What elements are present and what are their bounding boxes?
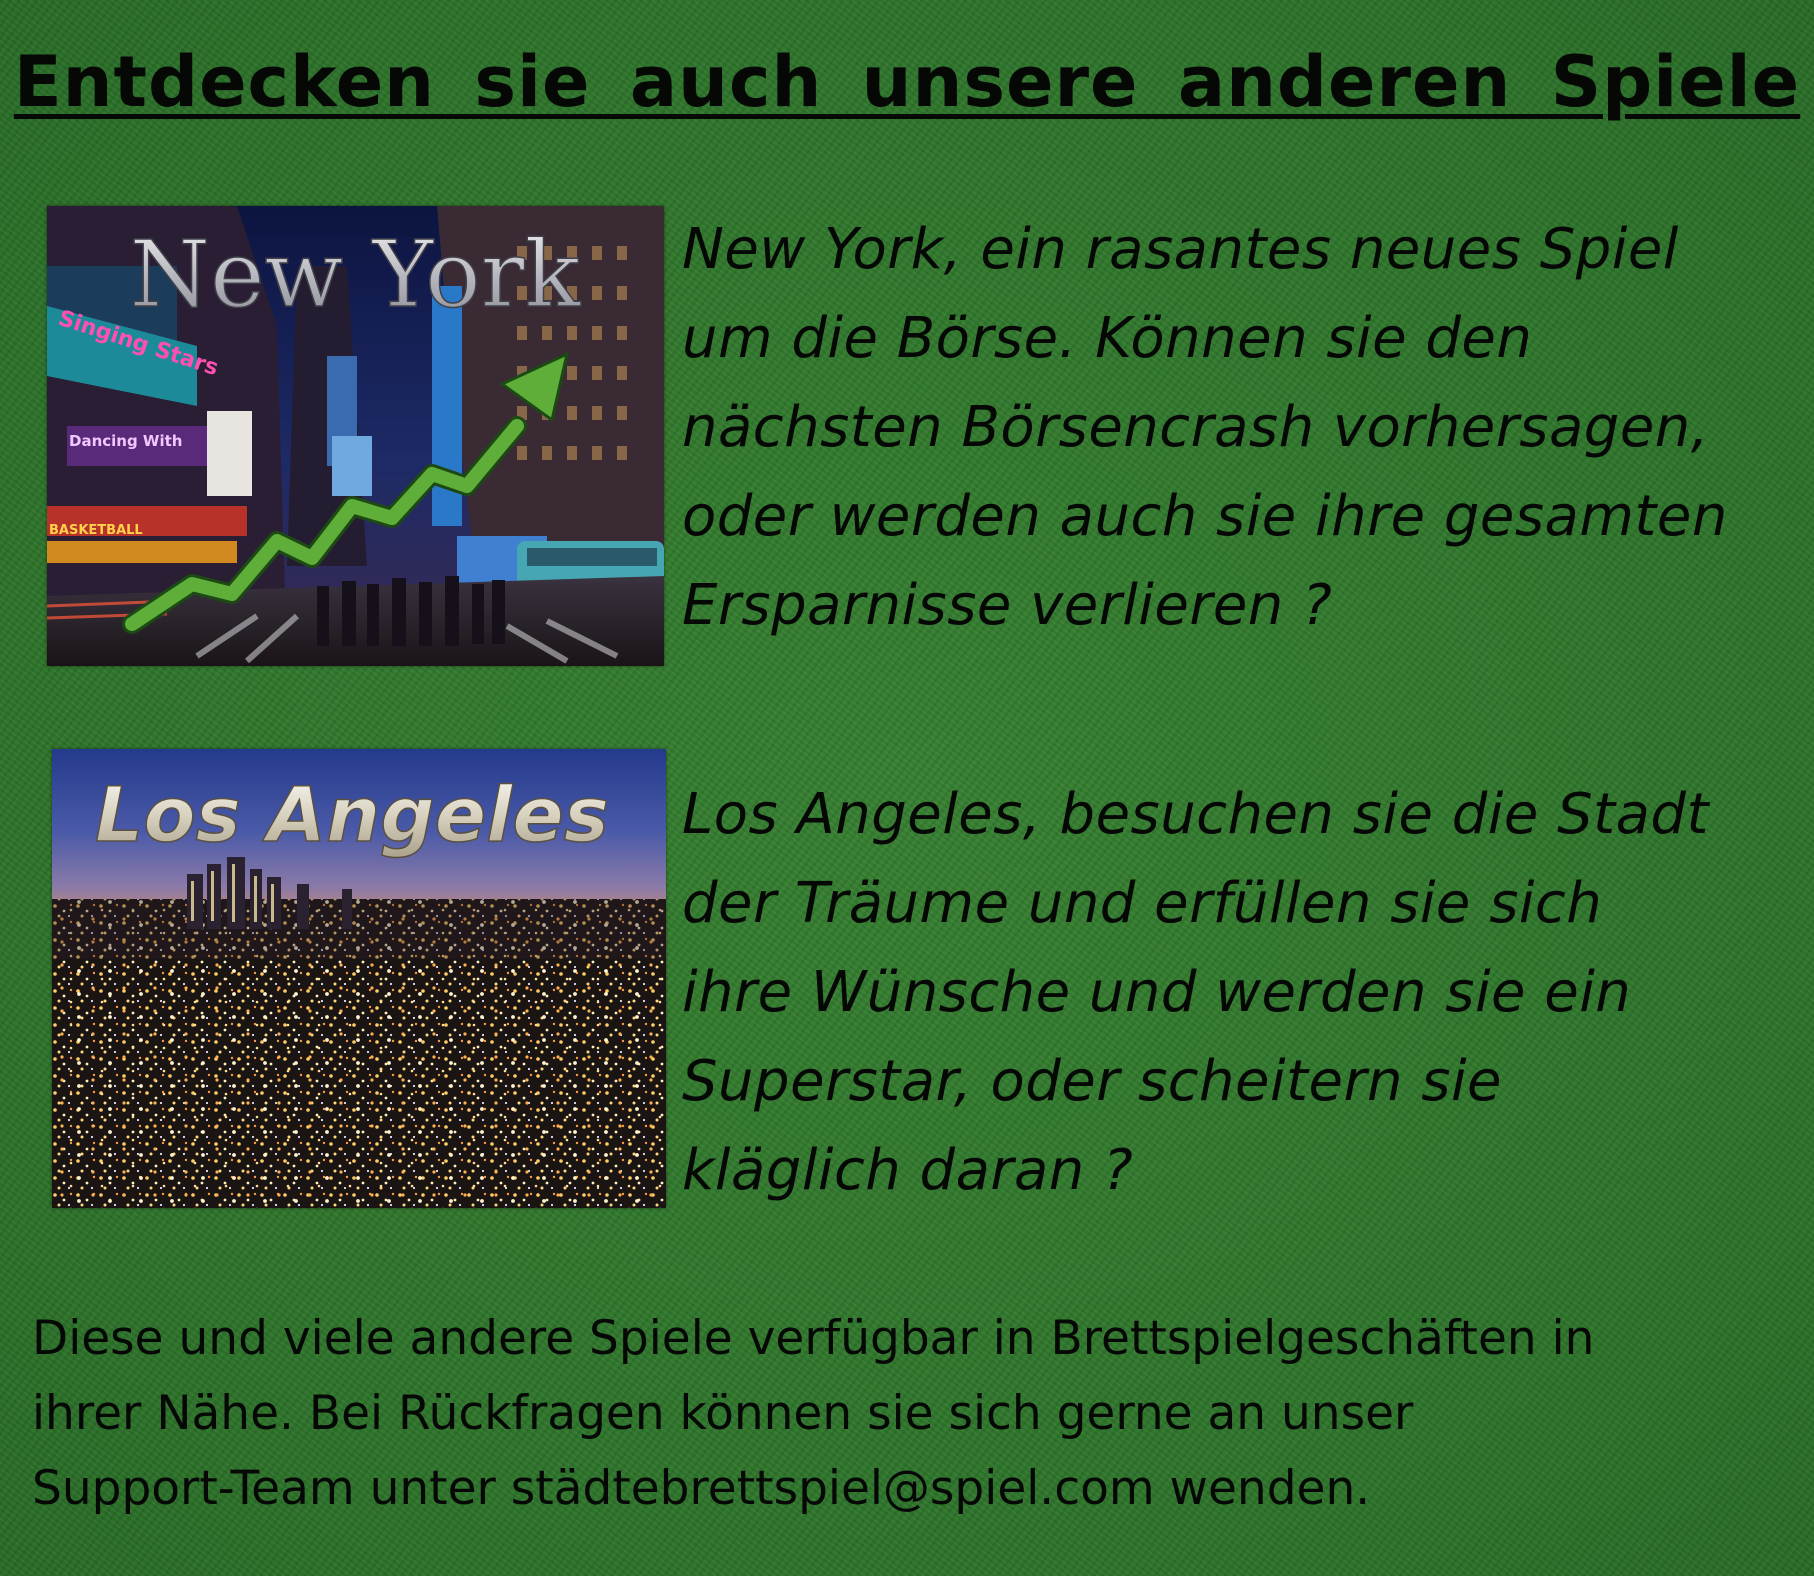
los-angeles-game-image: Los Angeles bbox=[52, 749, 666, 1208]
new-york-desc-line: New York, ein rasantes neues Spiel bbox=[682, 217, 1679, 282]
new-york-desc-line: nächsten Börsencrash vorhersagen, bbox=[682, 395, 1710, 460]
new-york-description: New York, ein rasantes neues Spiel um di… bbox=[682, 205, 1792, 650]
footer-info: Diese und viele andere Spiele verfügbar … bbox=[32, 1301, 1802, 1526]
footer-line: ihrer Nähe. Bei Rückfragen können sie si… bbox=[32, 1386, 1414, 1441]
new-york-illustration: Singing Stars Dancing With BASKETBALL Ne… bbox=[47, 206, 664, 666]
new-york-desc-line: oder werden auch sie ihre gesamten bbox=[682, 484, 1728, 549]
new-york-desc-line: um die Börse. Können sie den bbox=[682, 306, 1533, 371]
los-angeles-desc-line: der Träume und erfüllen sie sich bbox=[682, 871, 1603, 936]
new-york-desc-line: Ersparnisse verlieren ? bbox=[682, 573, 1333, 638]
footer-line: Support-Team unter städtebrettspiel@spie… bbox=[32, 1461, 1371, 1516]
los-angeles-desc-line: Superstar, oder scheitern sie bbox=[682, 1049, 1502, 1114]
los-angeles-description: Los Angeles, besuchen sie die Stadt der … bbox=[682, 770, 1792, 1215]
page-title: Entdecken sie auch unsere anderen Spiele bbox=[13, 41, 1801, 123]
new-york-image-title: New York bbox=[130, 221, 582, 328]
los-angeles-desc-line: kläglich daran ? bbox=[682, 1138, 1134, 1203]
footer-line: Diese und viele andere Spiele verfügbar … bbox=[32, 1311, 1595, 1366]
los-angeles-desc-line: ihre Wünsche und werden sie ein bbox=[682, 960, 1632, 1025]
new-york-game-image: Singing Stars Dancing With BASKETBALL Ne… bbox=[47, 206, 664, 666]
sign-basketball: BASKETBALL bbox=[49, 523, 143, 538]
los-angeles-illustration: Los Angeles bbox=[52, 749, 666, 1208]
los-angeles-image-title: Los Angeles bbox=[95, 770, 609, 859]
los-angeles-desc-line: Los Angeles, besuchen sie die Stadt bbox=[682, 782, 1709, 847]
sign-dancing-with: Dancing With bbox=[69, 432, 182, 450]
